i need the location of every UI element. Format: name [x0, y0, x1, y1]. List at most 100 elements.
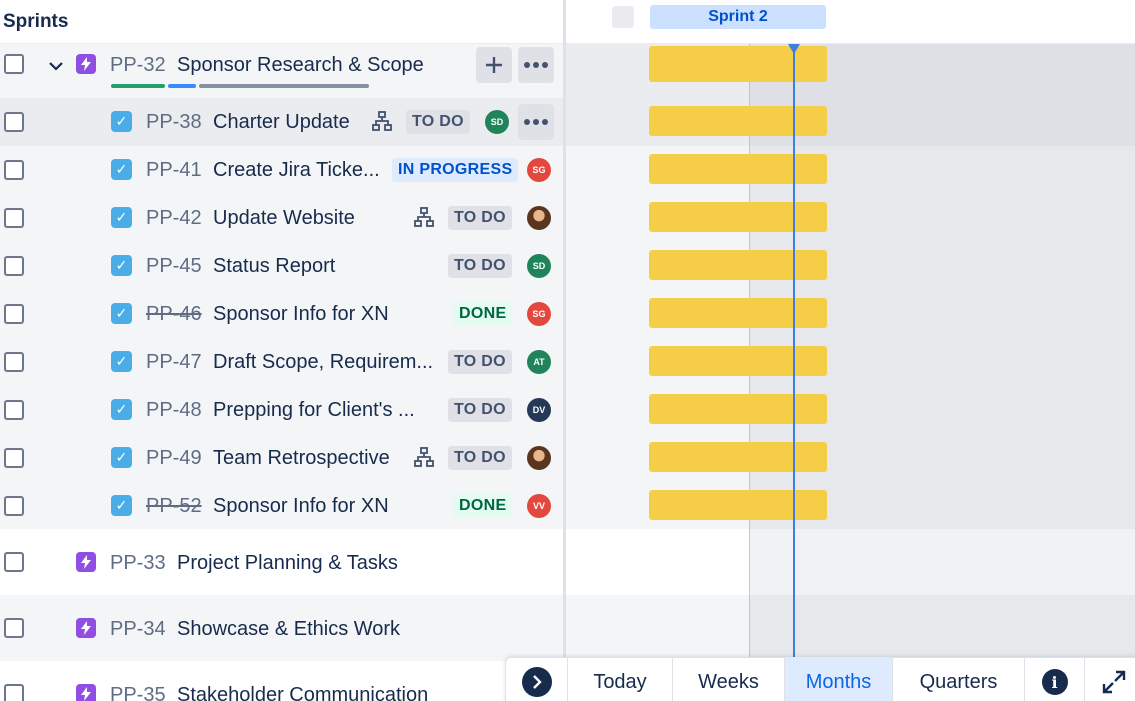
add-child-button[interactable] [476, 47, 512, 83]
child-row-pp-41[interactable]: ✓ PP-41 Create Jira Ticke... IN PROGRESS… [0, 146, 564, 194]
status-lozenge[interactable]: DONE [453, 302, 513, 326]
more-actions-button[interactable] [518, 47, 554, 83]
months-button[interactable]: Months [785, 657, 893, 701]
fullscreen-button[interactable] [1085, 657, 1135, 701]
child-row-pp-49[interactable]: ✓ PP-49 Team Retrospective TO DO [0, 434, 564, 482]
issue-title[interactable]: Sponsor Info for XN [213, 303, 433, 326]
assignee-avatar[interactable]: VV [527, 494, 551, 518]
child-row-pp-48[interactable]: ✓ PP-48 Prepping for Client's ... TO DO … [0, 386, 564, 434]
sprint-pill[interactable]: Sprint 2 [650, 5, 826, 29]
quarters-button[interactable]: Quarters [893, 657, 1025, 701]
issue-key[interactable]: PP-49 [146, 447, 202, 470]
child-row-pp-38[interactable]: ✓ PP-38 Charter Update TO DO SD [0, 98, 564, 146]
more-actions-button[interactable] [518, 104, 554, 140]
row-checkbox[interactable] [4, 684, 24, 701]
row-checkbox[interactable] [4, 160, 24, 180]
timeline-bar[interactable] [649, 154, 827, 184]
assignee-avatar[interactable] [527, 206, 551, 230]
today-marker-icon [788, 44, 800, 54]
status-lozenge[interactable]: TO DO [448, 254, 512, 278]
epic-row-pp-34[interactable]: PP-34 Showcase & Ethics Work [0, 595, 564, 661]
progress-in-progress [168, 84, 196, 88]
assignee-avatar[interactable]: SG [527, 302, 551, 326]
timeline-bar[interactable] [649, 298, 827, 328]
timeline-bar[interactable] [649, 106, 827, 136]
row-checkbox[interactable] [4, 552, 24, 572]
row-checkbox[interactable] [4, 352, 24, 372]
issue-title[interactable]: Charter Update [213, 111, 363, 134]
issue-key[interactable]: PP-52 [146, 495, 202, 518]
timeline-bar[interactable] [649, 442, 827, 472]
info-button[interactable]: i [1025, 657, 1085, 701]
assignee-avatar[interactable]: AT [527, 350, 551, 374]
status-lozenge[interactable]: TO DO [448, 350, 512, 374]
issue-key[interactable]: PP-34 [110, 618, 166, 641]
timeline-bar[interactable] [649, 346, 827, 376]
issue-key[interactable]: PP-32 [110, 54, 166, 77]
issue-key[interactable]: PP-33 [110, 552, 166, 575]
issue-key[interactable]: PP-41 [146, 159, 202, 182]
status-lozenge[interactable]: TO DO [448, 446, 512, 470]
timeline-bar[interactable] [649, 250, 827, 280]
timeline-bar[interactable] [649, 490, 827, 520]
status-lozenge[interactable]: IN PROGRESS [392, 158, 519, 182]
status-lozenge[interactable]: TO DO [406, 110, 470, 134]
issue-key[interactable]: PP-42 [146, 207, 202, 230]
issue-key[interactable]: PP-45 [146, 255, 202, 278]
expand-panel-button[interactable] [506, 657, 568, 701]
row-checkbox[interactable] [4, 448, 24, 468]
today-button[interactable]: Today [568, 657, 673, 701]
issue-title[interactable]: Prepping for Client's ... [213, 399, 439, 422]
assignee-avatar[interactable]: SD [527, 254, 551, 278]
issue-title[interactable]: Showcase & Ethics Work [177, 618, 497, 641]
status-lozenge[interactable]: DONE [453, 494, 513, 518]
row-checkbox[interactable] [4, 54, 24, 74]
issue-title[interactable]: Update Website [213, 207, 403, 230]
row-checkbox[interactable] [4, 256, 24, 276]
issue-key[interactable]: PP-46 [146, 303, 202, 326]
task-checkmark-icon: ✓ [111, 207, 132, 228]
timeline-bar[interactable] [649, 394, 827, 424]
epic-row-pp-35[interactable]: PP-35 Stakeholder Communication [0, 661, 564, 701]
row-checkbox[interactable] [4, 304, 24, 324]
issue-title[interactable]: Sponsor Info for XN [213, 495, 433, 518]
weeks-button[interactable]: Weeks [673, 657, 785, 701]
assignee-avatar[interactable] [527, 446, 551, 470]
timeline-bar[interactable] [649, 202, 827, 232]
future-shade [750, 0, 1135, 658]
child-row-pp-42[interactable]: ✓ PP-42 Update Website TO DO [0, 194, 564, 242]
issue-title[interactable]: Stakeholder Communication [177, 684, 497, 701]
row-checkbox[interactable] [4, 618, 24, 638]
child-row-pp-45[interactable]: ✓ PP-45 Status Report TO DO SD [0, 242, 564, 290]
issue-key[interactable]: PP-38 [146, 111, 202, 134]
timeline-bar[interactable] [649, 46, 827, 82]
assignee-avatar[interactable]: DV [527, 398, 551, 422]
hierarchy-icon [414, 207, 434, 227]
epic-row-pp-33[interactable]: PP-33 Project Planning & Tasks [0, 529, 564, 595]
issue-title[interactable]: Draft Scope, Requirem... [213, 351, 439, 374]
child-row-pp-46[interactable]: ✓ PP-46 Sponsor Info for XN DONE SG [0, 290, 564, 338]
issue-key[interactable]: PP-48 [146, 399, 202, 422]
epic-row-pp-32[interactable]: PP-32 Sponsor Research & Scope [0, 44, 564, 98]
row-checkbox[interactable] [4, 112, 24, 132]
issue-title[interactable]: Team Retrospective [213, 447, 403, 470]
issue-title[interactable]: Project Planning & Tasks [177, 552, 497, 575]
row-checkbox[interactable] [4, 208, 24, 228]
row-checkbox[interactable] [4, 496, 24, 516]
assignee-avatar[interactable]: SG [527, 158, 551, 182]
issue-title[interactable]: Create Jira Ticke... [213, 159, 383, 182]
assignee-avatar[interactable]: SD [485, 110, 509, 134]
issue-key[interactable]: PP-47 [146, 351, 202, 374]
child-row-pp-52[interactable]: ✓ PP-52 Sponsor Info for XN DONE VV [0, 482, 564, 530]
chevron-down-icon[interactable] [46, 56, 66, 76]
child-row-pp-47[interactable]: ✓ PP-47 Draft Scope, Requirem... TO DO A… [0, 338, 564, 386]
timeline-header: Sprint 2 [566, 0, 1135, 44]
issue-key[interactable]: PP-35 [110, 684, 166, 701]
issue-title[interactable]: Status Report [213, 255, 433, 278]
status-lozenge[interactable]: TO DO [448, 206, 512, 230]
issue-title[interactable]: Sponsor Research & Scope [177, 54, 467, 77]
row-checkbox[interactable] [4, 400, 24, 420]
timeline-panel: Sprint 2 [566, 0, 1135, 701]
issue-list-panel: Sprints PP-32 Sponsor Research & Scope ✓… [0, 0, 564, 701]
status-lozenge[interactable]: TO DO [448, 398, 512, 422]
